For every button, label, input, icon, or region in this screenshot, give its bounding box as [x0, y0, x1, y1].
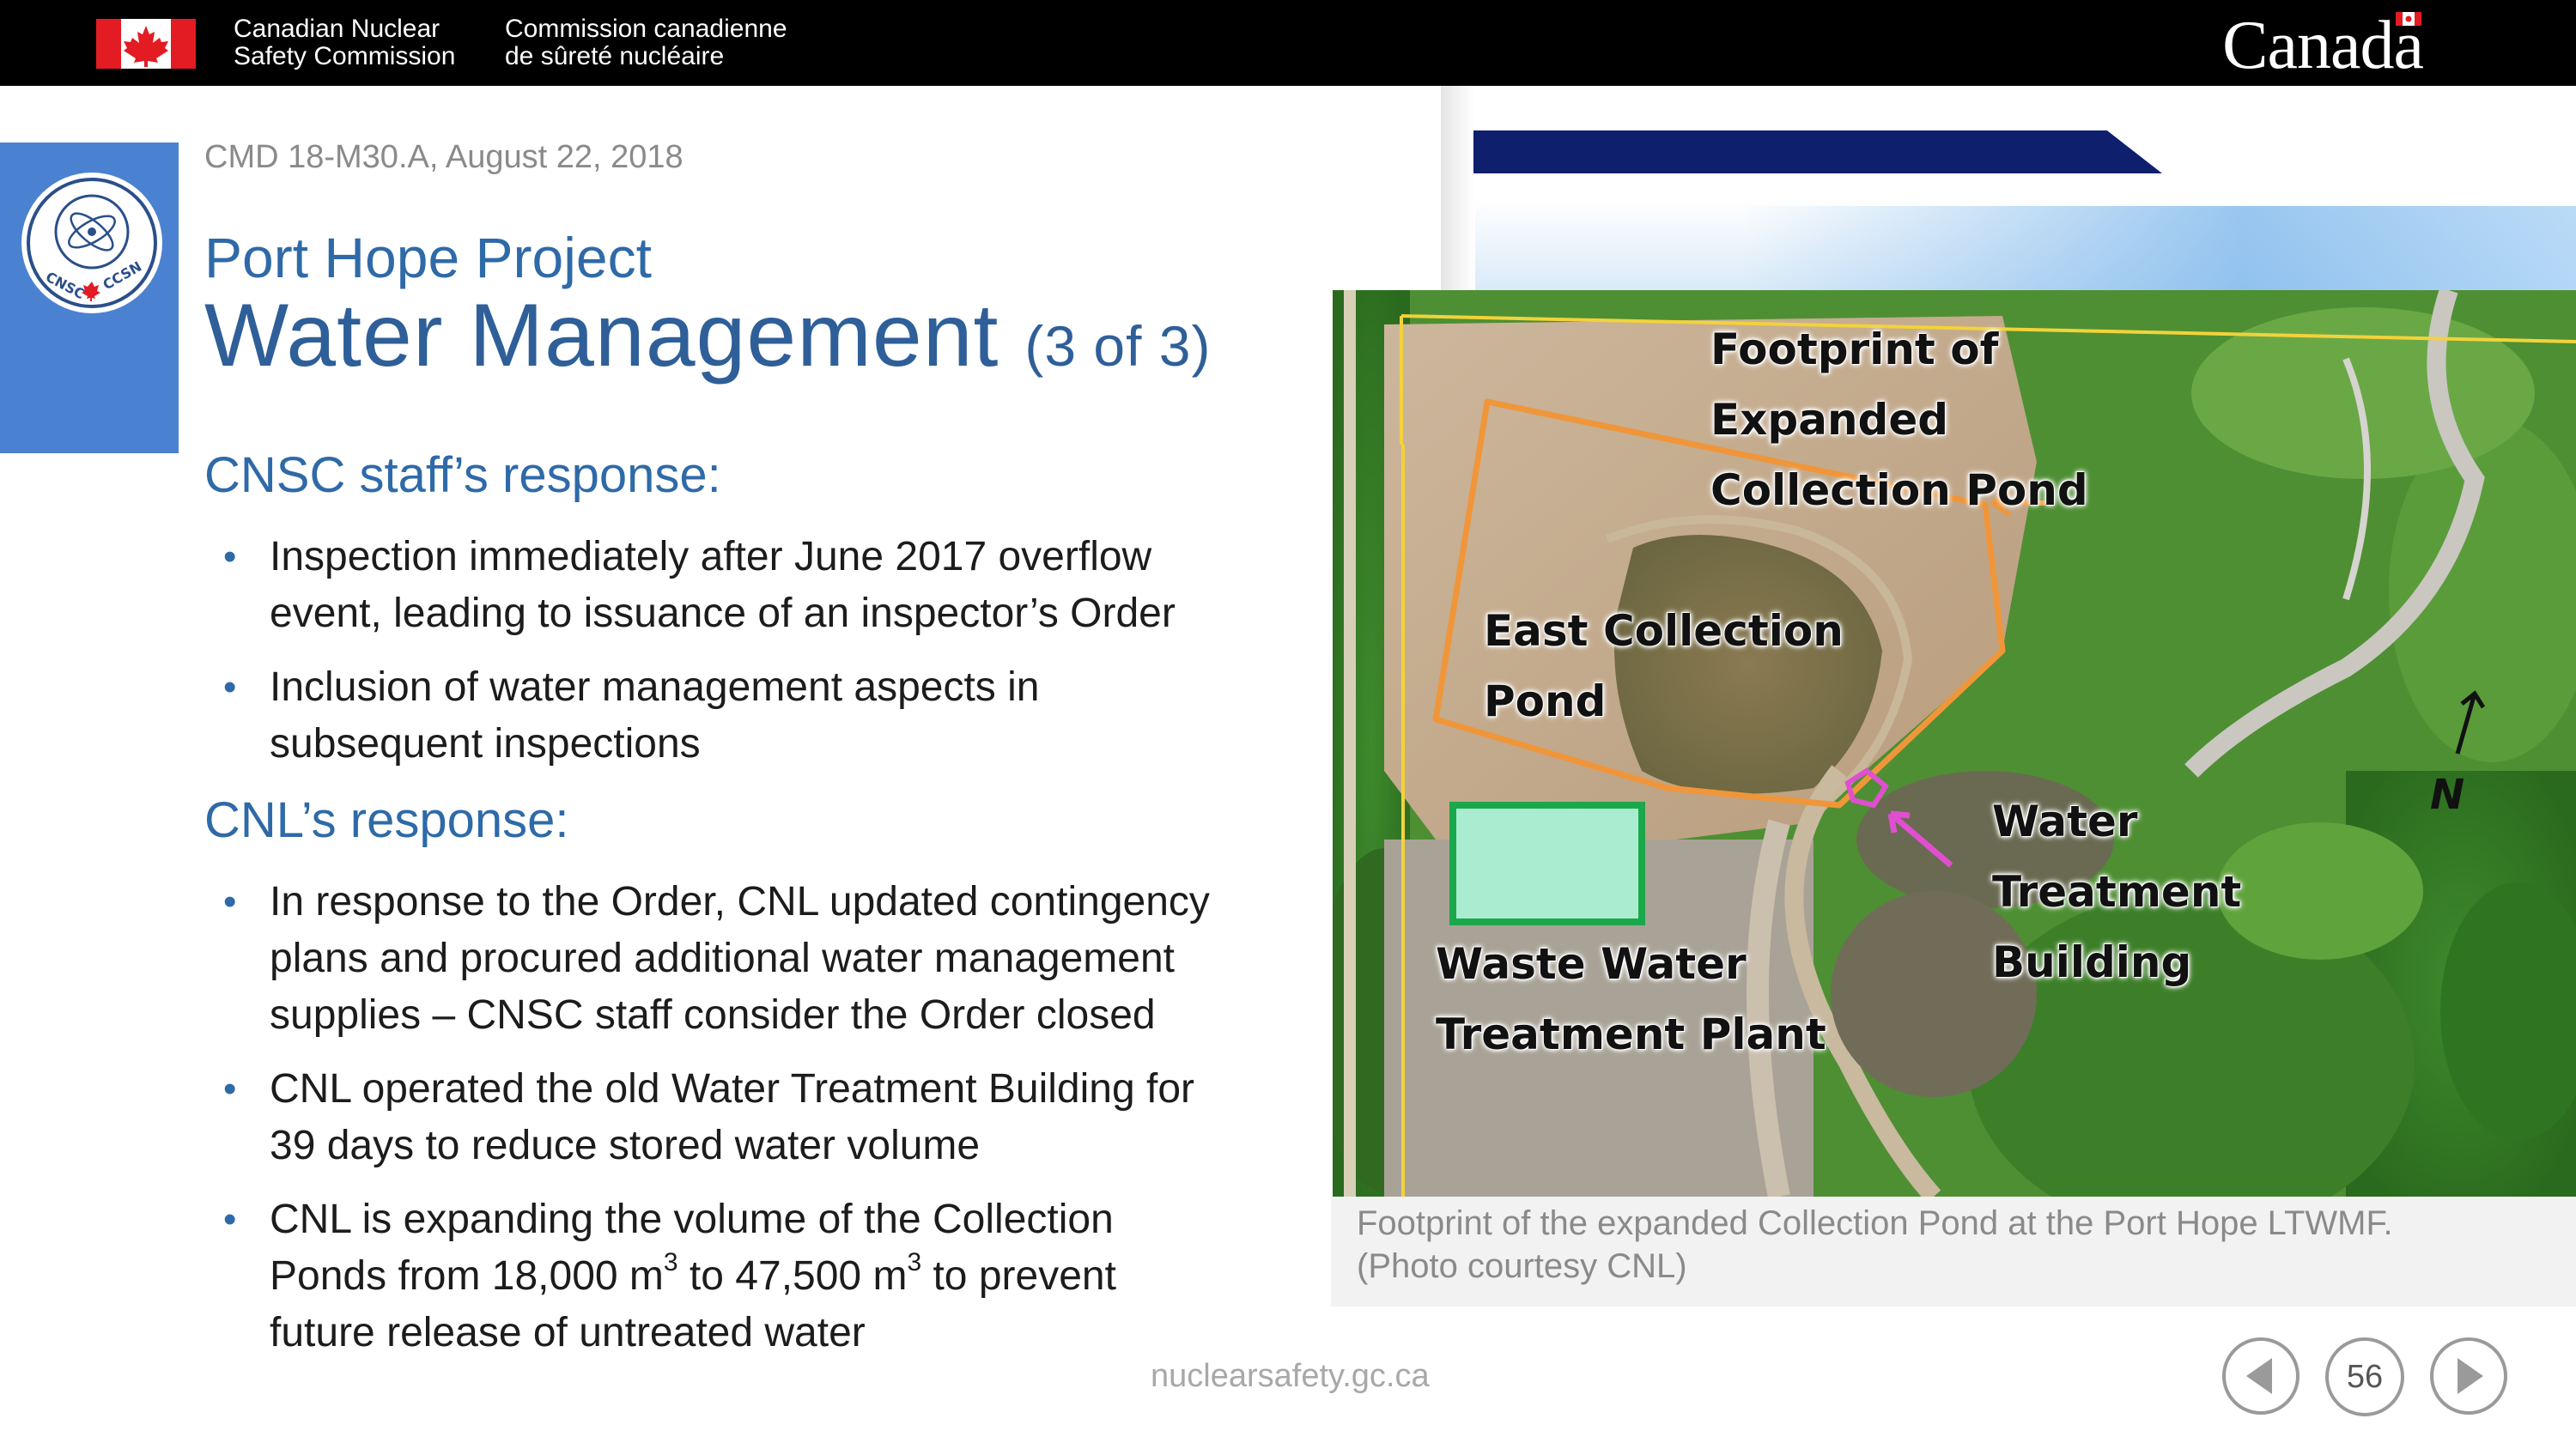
label-east-collection-pond: East Collection Pond	[1484, 606, 1844, 726]
project-title: Port Hope Project	[204, 226, 652, 289]
next-arrow-icon	[2458, 1358, 2483, 1394]
cnsc-response-list: • Inspection immediately after June 2017…	[222, 529, 1269, 790]
label-footprint: Footprint of Expanded Collection Pond	[1710, 324, 2088, 515]
wordmark-flag-icon	[2396, 12, 2421, 26]
list-item: • Inclusion of water management aspects …	[222, 659, 1269, 773]
aerial-site-photo: N Footprint of Expanded Collection Pond …	[1333, 290, 2576, 1197]
agency-name-english: Canadian Nuclear Safety Commission	[234, 15, 456, 70]
next-slide-button[interactable]	[2430, 1337, 2507, 1415]
list-item: • Inspection immediately after June 2017…	[222, 529, 1269, 642]
list-item: • In response to the Order, CNL updated …	[222, 874, 1269, 1044]
previous-arrow-icon	[2246, 1358, 2272, 1394]
canada-flag-icon	[96, 19, 196, 69]
cnl-response-list: • In response to the Order, CNL updated …	[222, 874, 1269, 1379]
label-water-treatment-building: Water Treatment Building	[1992, 797, 2242, 987]
cnsc-ccsn-seal-icon: CNSC CCSN	[21, 173, 162, 313]
section-heading-cnl: CNL’s response:	[204, 792, 569, 848]
wwtp-outline	[1449, 802, 1645, 925]
agency-name-french: Commission canadienne de sûreté nucléair…	[505, 15, 787, 70]
list-item: • CNL is expanding the volume of the Col…	[222, 1191, 1269, 1361]
bullet-icon: •	[223, 1068, 237, 1110]
north-label: N	[2430, 771, 2464, 819]
government-banner: Canadian Nuclear Safety Commission Commi…	[0, 0, 2576, 86]
document-reference: CMD 18-M30.A, August 22, 2018	[204, 139, 683, 175]
slide-title-suffix: (3 of 3)	[1024, 314, 1212, 378]
decorative-navy-bar	[1473, 130, 2162, 173]
decorative-blue-glow	[1743, 206, 2576, 292]
slide-title: Water Management (3 of 3)	[204, 285, 1211, 387]
bullet-icon: •	[223, 666, 237, 708]
section-heading-cnsc: CNSC staff’s response:	[204, 447, 721, 503]
label-waste-water-treatment-plant: Waste Water Treatment Plant	[1436, 939, 1826, 1059]
page-number: 56	[2325, 1337, 2404, 1416]
bullet-icon: •	[223, 536, 237, 578]
bullet-icon: •	[223, 881, 237, 923]
canada-wordmark: Canada	[2222, 8, 2424, 83]
slide-title-main: Water Management	[204, 286, 999, 385]
list-item: • CNL operated the old Water Treatment B…	[222, 1061, 1269, 1174]
photo-caption: Footprint of the expanded Collection Pon…	[1357, 1204, 2393, 1285]
previous-slide-button[interactable]	[2222, 1337, 2300, 1415]
footer-url[interactable]: nuclearsafety.gc.ca	[1151, 1358, 1430, 1395]
bullet-icon: •	[223, 1198, 237, 1240]
